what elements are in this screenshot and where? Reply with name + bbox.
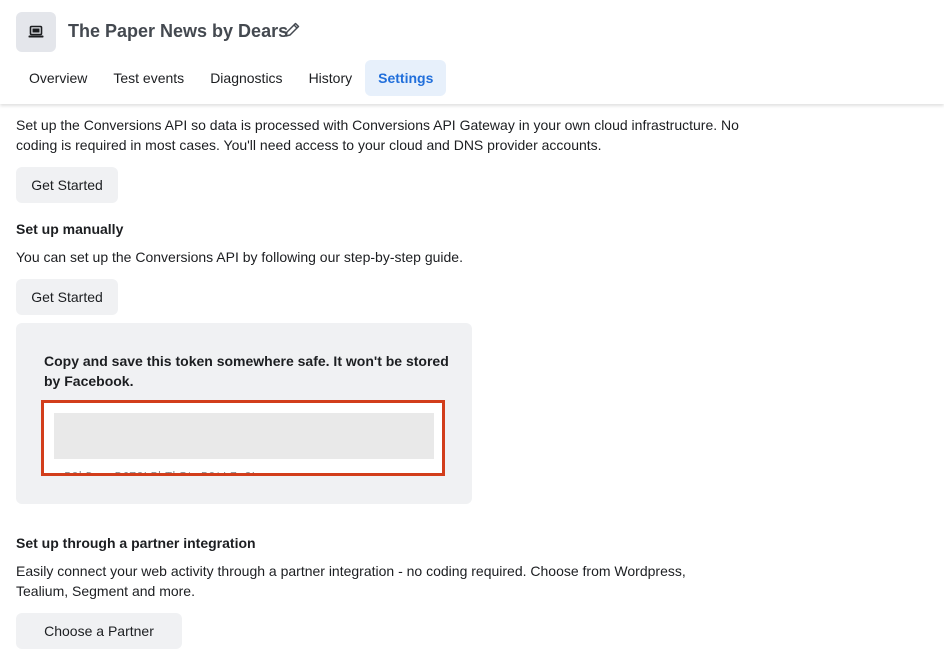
manual-get-started-button[interactable]: Get Started	[16, 279, 118, 315]
token-card: Copy and save this token somewhere safe.…	[16, 323, 472, 504]
gateway-description: Set up the Conversions API so data is pr…	[16, 117, 739, 153]
tab-bar: Overview Test events Diagnostics History…	[16, 60, 447, 96]
pencil-icon[interactable]	[283, 21, 301, 39]
partner-setup-heading: Set up through a partner integration	[16, 535, 256, 551]
page-header: The Paper News by Dears Overview Test ev…	[0, 0, 944, 104]
page-title: The Paper News by Dears	[68, 21, 289, 41]
manual-setup-description: You can set up the Conversions API by fo…	[16, 249, 463, 265]
manual-setup-heading: Set up manually	[16, 221, 124, 237]
choose-partner-button[interactable]: Choose a Partner	[16, 613, 182, 649]
partner-setup-description: Easily connect your web activity through…	[16, 563, 686, 599]
tab-history[interactable]: History	[296, 60, 366, 96]
tab-overview[interactable]: Overview	[16, 60, 100, 96]
laptop-icon	[16, 12, 56, 52]
token-instruction: Copy and save this token somewhere safe.…	[44, 353, 449, 389]
access-token-field[interactable]: EAAE0dbxjfoBAMyUI0B0YKZ8xkOv01mZ4hOKxUOs…	[41, 400, 445, 476]
gateway-get-started-button[interactable]: Get Started	[16, 167, 118, 203]
tab-settings[interactable]: Settings	[365, 60, 447, 96]
token-redaction	[54, 413, 434, 459]
tab-test-events[interactable]: Test events	[100, 60, 197, 96]
tab-diagnostics[interactable]: Diagnostics	[197, 60, 295, 96]
